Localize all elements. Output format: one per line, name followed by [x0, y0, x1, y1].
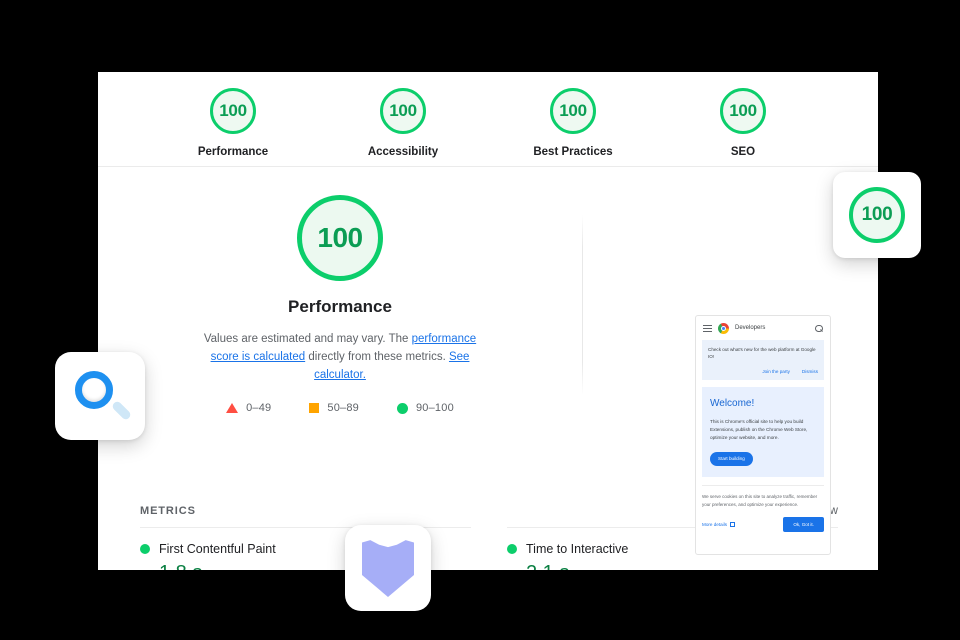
floating-score-badge: 100: [833, 172, 921, 258]
metrics-heading: METRICS: [140, 505, 196, 517]
metric-label: Time to Interactive: [526, 542, 629, 556]
metric-label: First Contentful Paint: [159, 542, 276, 556]
gauge-ring-accessibility: 100: [380, 88, 426, 134]
legend-item-fail: 0–49: [226, 402, 271, 414]
report-body: 100 Performance Values are estimated and…: [98, 167, 878, 555]
performance-score-value: 100: [317, 222, 363, 253]
gauge-score-best-practices: 100: [559, 101, 587, 120]
preview-cookie-notice: We serve cookies on this site to analyze…: [702, 485, 824, 532]
gauge-score-seo: 100: [729, 101, 757, 120]
gauge-accessibility[interactable]: 100 Accessibility: [343, 88, 463, 158]
preview-banner-actions: Join the party Dismiss: [708, 368, 818, 375]
preview-announcement-banner: Check out what's new for the web platfor…: [702, 340, 824, 381]
legend-range-pass: 90–100: [415, 402, 454, 415]
gauge-best-practices[interactable]: 100 Best Practices: [513, 88, 633, 158]
square-icon: [309, 403, 320, 414]
gauge-score-performance: 100: [219, 101, 247, 120]
preview-start-building-button: Start building: [710, 451, 753, 467]
external-link-icon: [730, 522, 735, 527]
performance-score-title: Performance: [288, 297, 392, 316]
gauge-performance[interactable]: 100 Performance: [173, 88, 293, 158]
lighthouse-report-card: 100 Performance 100 Accessibility 100 Be…: [98, 72, 878, 570]
chrome-logo-icon: [718, 323, 729, 334]
triangle-icon: [226, 403, 239, 414]
floating-shield-badge: [345, 525, 431, 611]
performance-score-ring: 100: [297, 195, 383, 281]
preview-viewport: Developers Check out what's new for the …: [695, 315, 831, 555]
circle-icon: [396, 402, 408, 414]
metric-value: 2.1 s: [526, 562, 838, 570]
preview-join-party-link: Join the party: [762, 368, 790, 374]
preview-banner-text: Check out what's new for the web platfor…: [708, 347, 816, 360]
category-gauge-strip: 100 Performance 100 Accessibility 100 Be…: [98, 72, 878, 167]
gauge-label-best-practices: Best Practices: [533, 146, 613, 158]
score-disclaimer: Values are estimated and may vary. The p…: [190, 331, 490, 384]
status-dot-icon: [507, 544, 517, 554]
preview-cookie-text: We serve cookies on this site to analyze…: [702, 494, 818, 508]
hamburger-menu-icon: [703, 324, 712, 333]
preview-more-details-link: More details: [702, 521, 735, 528]
gauge-label-performance: Performance: [197, 146, 269, 158]
preview-cookie-actions: More details Ok, Got it.: [702, 517, 824, 532]
search-icon: [815, 324, 823, 333]
gauge-label-accessibility: Accessibility: [367, 146, 439, 158]
preview-welcome-card: Welcome! This is Chrome's official site …: [702, 387, 824, 478]
legend-item-pass: 90–100: [396, 402, 454, 415]
preview-site-header: Developers: [696, 316, 830, 340]
gauge-ring-seo: 100: [720, 88, 766, 134]
preview-dismiss-link: Dismiss: [801, 368, 818, 374]
preview-more-details-label: More details: [702, 521, 728, 527]
gauge-score-accessibility: 100: [389, 101, 417, 120]
gauge-ring-performance: 100: [210, 88, 256, 134]
performance-score-panel: 100 Performance Values are estimated and…: [98, 167, 582, 414]
gauge-ring-best-practices: 100: [550, 88, 596, 134]
screenshot-stage: 100 Performance 100 Accessibility 100 Be…: [0, 0, 960, 640]
gauge-seo[interactable]: 100 SEO: [683, 88, 803, 158]
magnifier-handle: [110, 399, 133, 422]
disclaimer-text-1: Values are estimated and may vary. The: [203, 333, 412, 345]
magnifier-ring: [75, 371, 113, 409]
gauge-label-seo: SEO: [730, 146, 756, 158]
disclaimer-text-2: directly from these metrics.: [305, 350, 449, 363]
preview-welcome-body: This is Chrome's official site to help y…: [710, 419, 808, 441]
floating-score-value: 100: [861, 204, 893, 225]
vertical-divider: [582, 215, 583, 395]
page-preview-thumbnail: Developers Check out what's new for the …: [695, 315, 831, 555]
floating-search-badge: [55, 352, 145, 440]
preview-brand-name: Developers: [735, 324, 766, 331]
shield-icon: [362, 540, 414, 597]
preview-ok-got-it-button: Ok, Got it.: [783, 517, 824, 532]
magnifier-icon: [73, 369, 133, 423]
legend-range-average: 50–89: [327, 402, 359, 415]
score-ring-icon: 100: [849, 187, 905, 243]
status-dot-icon: [140, 544, 150, 554]
legend-item-average: 50–89: [309, 402, 359, 414]
preview-welcome-title: Welcome!: [710, 398, 755, 410]
score-legend: 0–49 50–89 90–100: [98, 402, 582, 414]
legend-range-fail: 0–49: [246, 402, 272, 415]
